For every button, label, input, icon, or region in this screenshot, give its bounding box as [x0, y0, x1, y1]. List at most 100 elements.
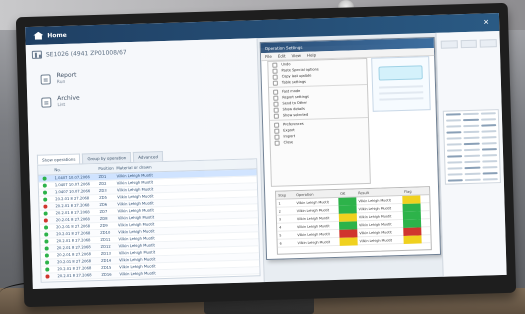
right-bar	[447, 179, 464, 182]
right-bar	[446, 131, 462, 134]
cell-no: 20.2.01 8 27.2068	[55, 224, 91, 230]
nav-report-text: Report Run	[56, 72, 76, 86]
cell-no: 20.2.01 8 27.2068	[57, 259, 92, 265]
menu-checkbox[interactable]	[274, 134, 280, 140]
status-cell	[43, 267, 57, 272]
right-toolbar-button[interactable]	[460, 39, 478, 49]
menu-help[interactable]: Help	[307, 52, 316, 57]
close-icon[interactable]: ✕	[481, 17, 491, 27]
cell-extra	[158, 207, 258, 210]
status-cell	[42, 225, 56, 230]
menu-checkbox[interactable]	[272, 62, 278, 68]
menu-view[interactable]: View	[291, 53, 301, 58]
status-dot	[43, 218, 48, 223]
right-bar	[464, 142, 480, 146]
status-cell	[41, 190, 55, 195]
menu-checkbox[interactable]	[274, 122, 280, 128]
topbar-spacer	[71, 23, 477, 35]
status-dot	[44, 246, 49, 251]
menu-checkbox[interactable]	[272, 74, 278, 80]
cell-position: ZD7	[99, 209, 108, 214]
photo-scene: Home ✕ SE1026 (4941 ZP01008/67 Report Ru…	[0, 0, 525, 314]
menu-checkbox[interactable]	[274, 128, 280, 134]
right-toolbar-button[interactable]	[480, 39, 497, 48]
cell-material: Vilkin Lehigh Muotit	[117, 208, 154, 214]
cell-position: ZD12	[100, 244, 111, 249]
right-bar	[480, 118, 497, 121]
menu-item-label: Undo	[281, 62, 291, 67]
cell-position: ZD6	[99, 202, 108, 207]
sg-result: Vilkin Lehigh Muotit	[359, 238, 393, 244]
status-cell	[41, 176, 55, 181]
right-bar	[481, 142, 497, 145]
status-dot	[44, 239, 49, 244]
right-bar	[481, 154, 498, 157]
context-menu: Undo Paste Special options Copy last updat…	[267, 57, 371, 187]
sg-operation: Vilkin Lehigh Muotit	[297, 240, 331, 246]
right-bar	[481, 136, 497, 139]
company-line: SE1026 (4941 ZP01008/67	[31, 48, 127, 59]
table-body: 1.0407 10.07.2066 ZD1 Vilkin Lehigh Muotit…	[38, 169, 260, 281]
status-dot	[42, 190, 48, 195]
right-bar	[463, 136, 480, 140]
status-dot	[43, 225, 49, 230]
menu-item-label: Fast mode	[282, 88, 301, 94]
menu-item-label: Close	[283, 140, 294, 145]
cell-position: ZD10	[100, 230, 111, 235]
cell-position: ZD3	[98, 188, 107, 193]
cell-extra	[157, 179, 257, 182]
menu-checkbox[interactable]	[274, 140, 280, 146]
preview-chip	[378, 65, 423, 81]
status-dot	[45, 260, 50, 265]
cell-position: ZD11	[100, 237, 111, 242]
right-bar	[447, 161, 463, 164]
status-dot	[45, 274, 50, 279]
status-cell	[43, 260, 57, 265]
menu-checkbox[interactable]	[273, 89, 279, 95]
cell-material: Vilkin Lehigh Muotit	[117, 222, 155, 228]
sg-flag	[403, 235, 422, 244]
cell-extra	[159, 256, 259, 259]
preview-line	[379, 91, 424, 95]
right-bar	[447, 173, 464, 176]
cell-position: ZD15	[101, 265, 112, 270]
cell-position: ZD13	[100, 251, 111, 256]
status-dot	[43, 197, 48, 202]
right-bar	[463, 118, 479, 122]
company-text: SE1026 (4941 ZP01008/67	[45, 48, 127, 58]
menu-edit[interactable]: Edit	[278, 53, 286, 58]
home-icon[interactable]	[33, 32, 43, 40]
th-material: Material or drawn	[116, 164, 152, 171]
nav-item-archive[interactable]: Archive List	[41, 92, 161, 109]
right-toolbar-button[interactable]	[440, 40, 458, 49]
status-grid: Step Operation OK Result Flag 1 Vilkin Le…	[275, 186, 432, 255]
status-cell	[43, 246, 57, 251]
menu-checkbox[interactable]	[273, 101, 279, 107]
menu-item-label: Table settings	[281, 79, 307, 85]
cell-position: ZD9	[99, 223, 108, 228]
menu-checkbox[interactable]	[273, 95, 279, 101]
menu-checkbox[interactable]	[272, 80, 278, 86]
right-row	[446, 176, 500, 184]
cell-no: 1.0407 10.07.2066	[54, 175, 90, 181]
menu-checkbox[interactable]	[273, 113, 279, 119]
right-bar	[464, 160, 480, 164]
menu-checkbox[interactable]	[272, 68, 278, 74]
right-bar	[463, 124, 479, 128]
sg-ok	[339, 237, 358, 246]
cell-material: Vilkin Lehigh Muotit	[117, 201, 154, 207]
nav-report-sub: Run	[56, 79, 66, 86]
right-bar	[447, 167, 463, 170]
menu-checkbox[interactable]	[273, 107, 279, 113]
status-cell	[42, 211, 56, 216]
cell-no: 20.2.01 8 27.2068	[56, 252, 91, 258]
report-icon	[40, 73, 51, 85]
status-dot	[43, 211, 48, 216]
right-bar	[480, 112, 496, 115]
nav-item-report[interactable]: Report Run	[40, 69, 160, 86]
menu-file[interactable]: File	[265, 54, 272, 59]
cell-no: 20.2.01 8 27.2068	[56, 245, 91, 251]
preview-panel	[371, 56, 431, 112]
cell-no: 20.2.01 8 27.2068	[56, 231, 91, 237]
th-pos: Position	[98, 165, 114, 171]
